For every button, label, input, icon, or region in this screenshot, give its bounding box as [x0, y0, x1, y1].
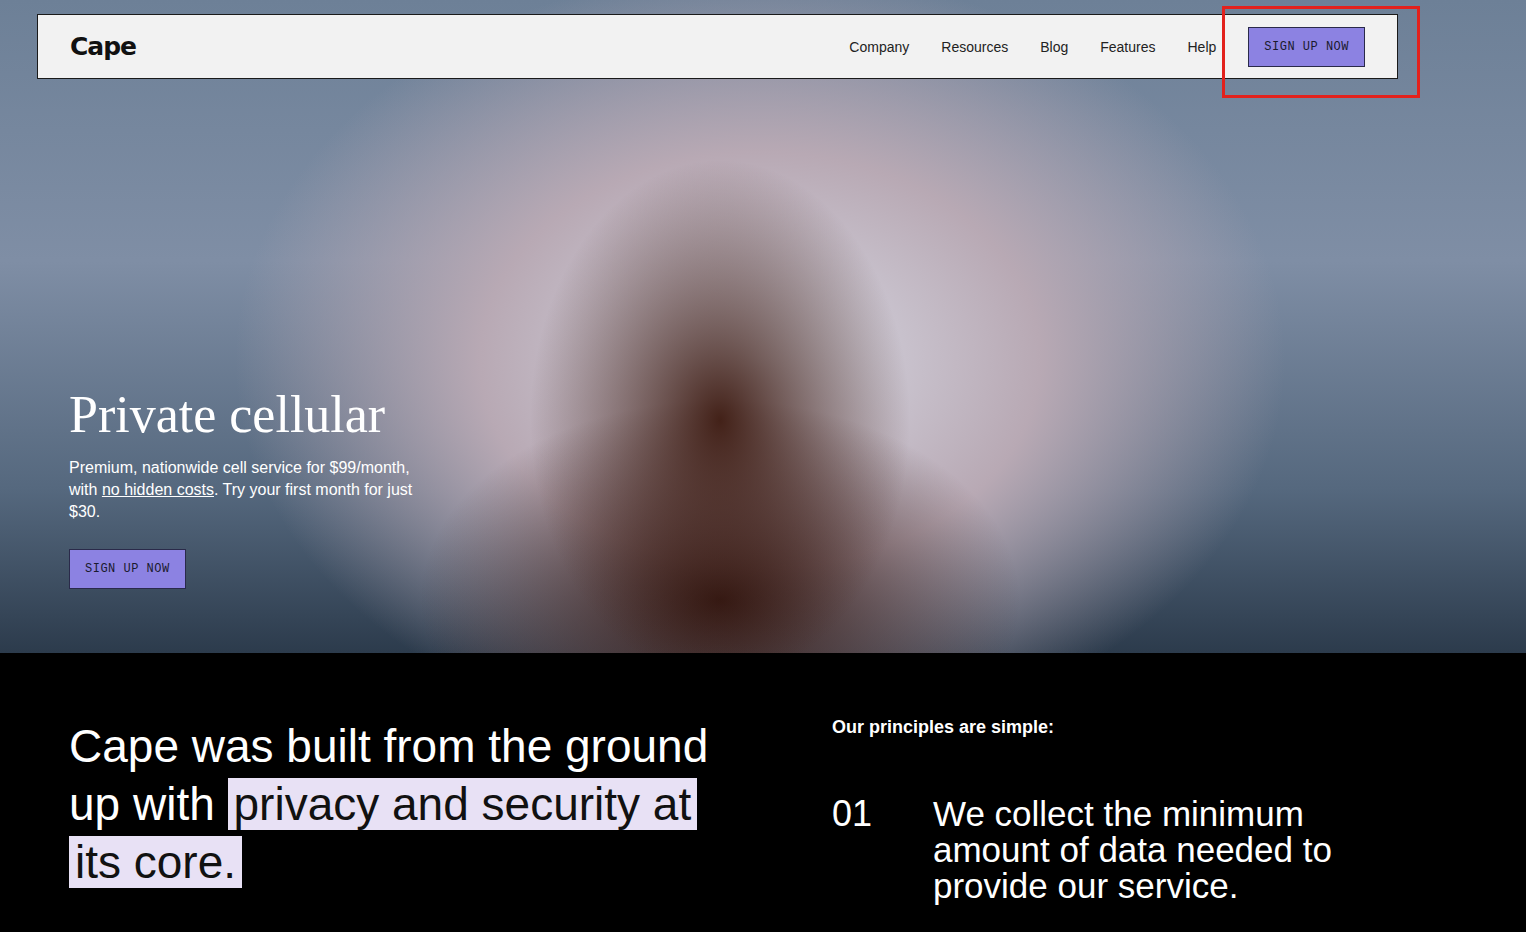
nav-link[interactable]: Company — [849, 39, 909, 55]
hero-sign-up-button[interactable]: SIGN UP NOW — [69, 549, 186, 589]
nav-link[interactable]: Blog — [1040, 39, 1068, 55]
about-section: Cape was built from the ground up with p… — [0, 653, 1526, 932]
top-nav: Cape Company Resources Blog Features Help SIGN… — [37, 14, 1398, 79]
nav-link[interactable]: Features — [1100, 39, 1155, 55]
hidden-costs-link[interactable]: no hidden costs — [102, 481, 214, 498]
hero-content: Private cellular Premium, nationwide cell… — [37, 386, 1398, 589]
nav-link[interactable]: Help — [1187, 39, 1216, 55]
principle-text: We collect the minimum amount of data ne… — [933, 796, 1393, 904]
highlight-box — [1222, 6, 1420, 98]
principle-row: 01We collect the minimum amount of data … — [832, 796, 1486, 904]
nav-cta-wrap: SIGN UP NOW — [1248, 27, 1365, 67]
principles-title: Our principles are simple: — [832, 717, 1486, 738]
nav-links: Company Resources Blog Features Help SIGN UP … — [849, 27, 1365, 67]
logo[interactable]: Cape — [70, 32, 136, 61]
page: Cape Company Resources Blog Features Help SIGN… — [0, 0, 1526, 932]
about-headline: Cape was built from the ground up with p… — [69, 717, 709, 932]
hero-title: Private cellular — [69, 386, 385, 443]
nav-link[interactable]: Resources — [941, 39, 1008, 55]
principle-number: 01 — [832, 796, 933, 832]
nav-sign-up-button[interactable]: SIGN UP NOW — [1248, 27, 1365, 67]
principles: Our principles are simple: 01We collect t… — [832, 717, 1486, 932]
hero-body: Premium, nationwide cell service for $99… — [69, 457, 429, 523]
hero: Cape Company Resources Blog Features Help SIGN… — [0, 0, 1526, 653]
